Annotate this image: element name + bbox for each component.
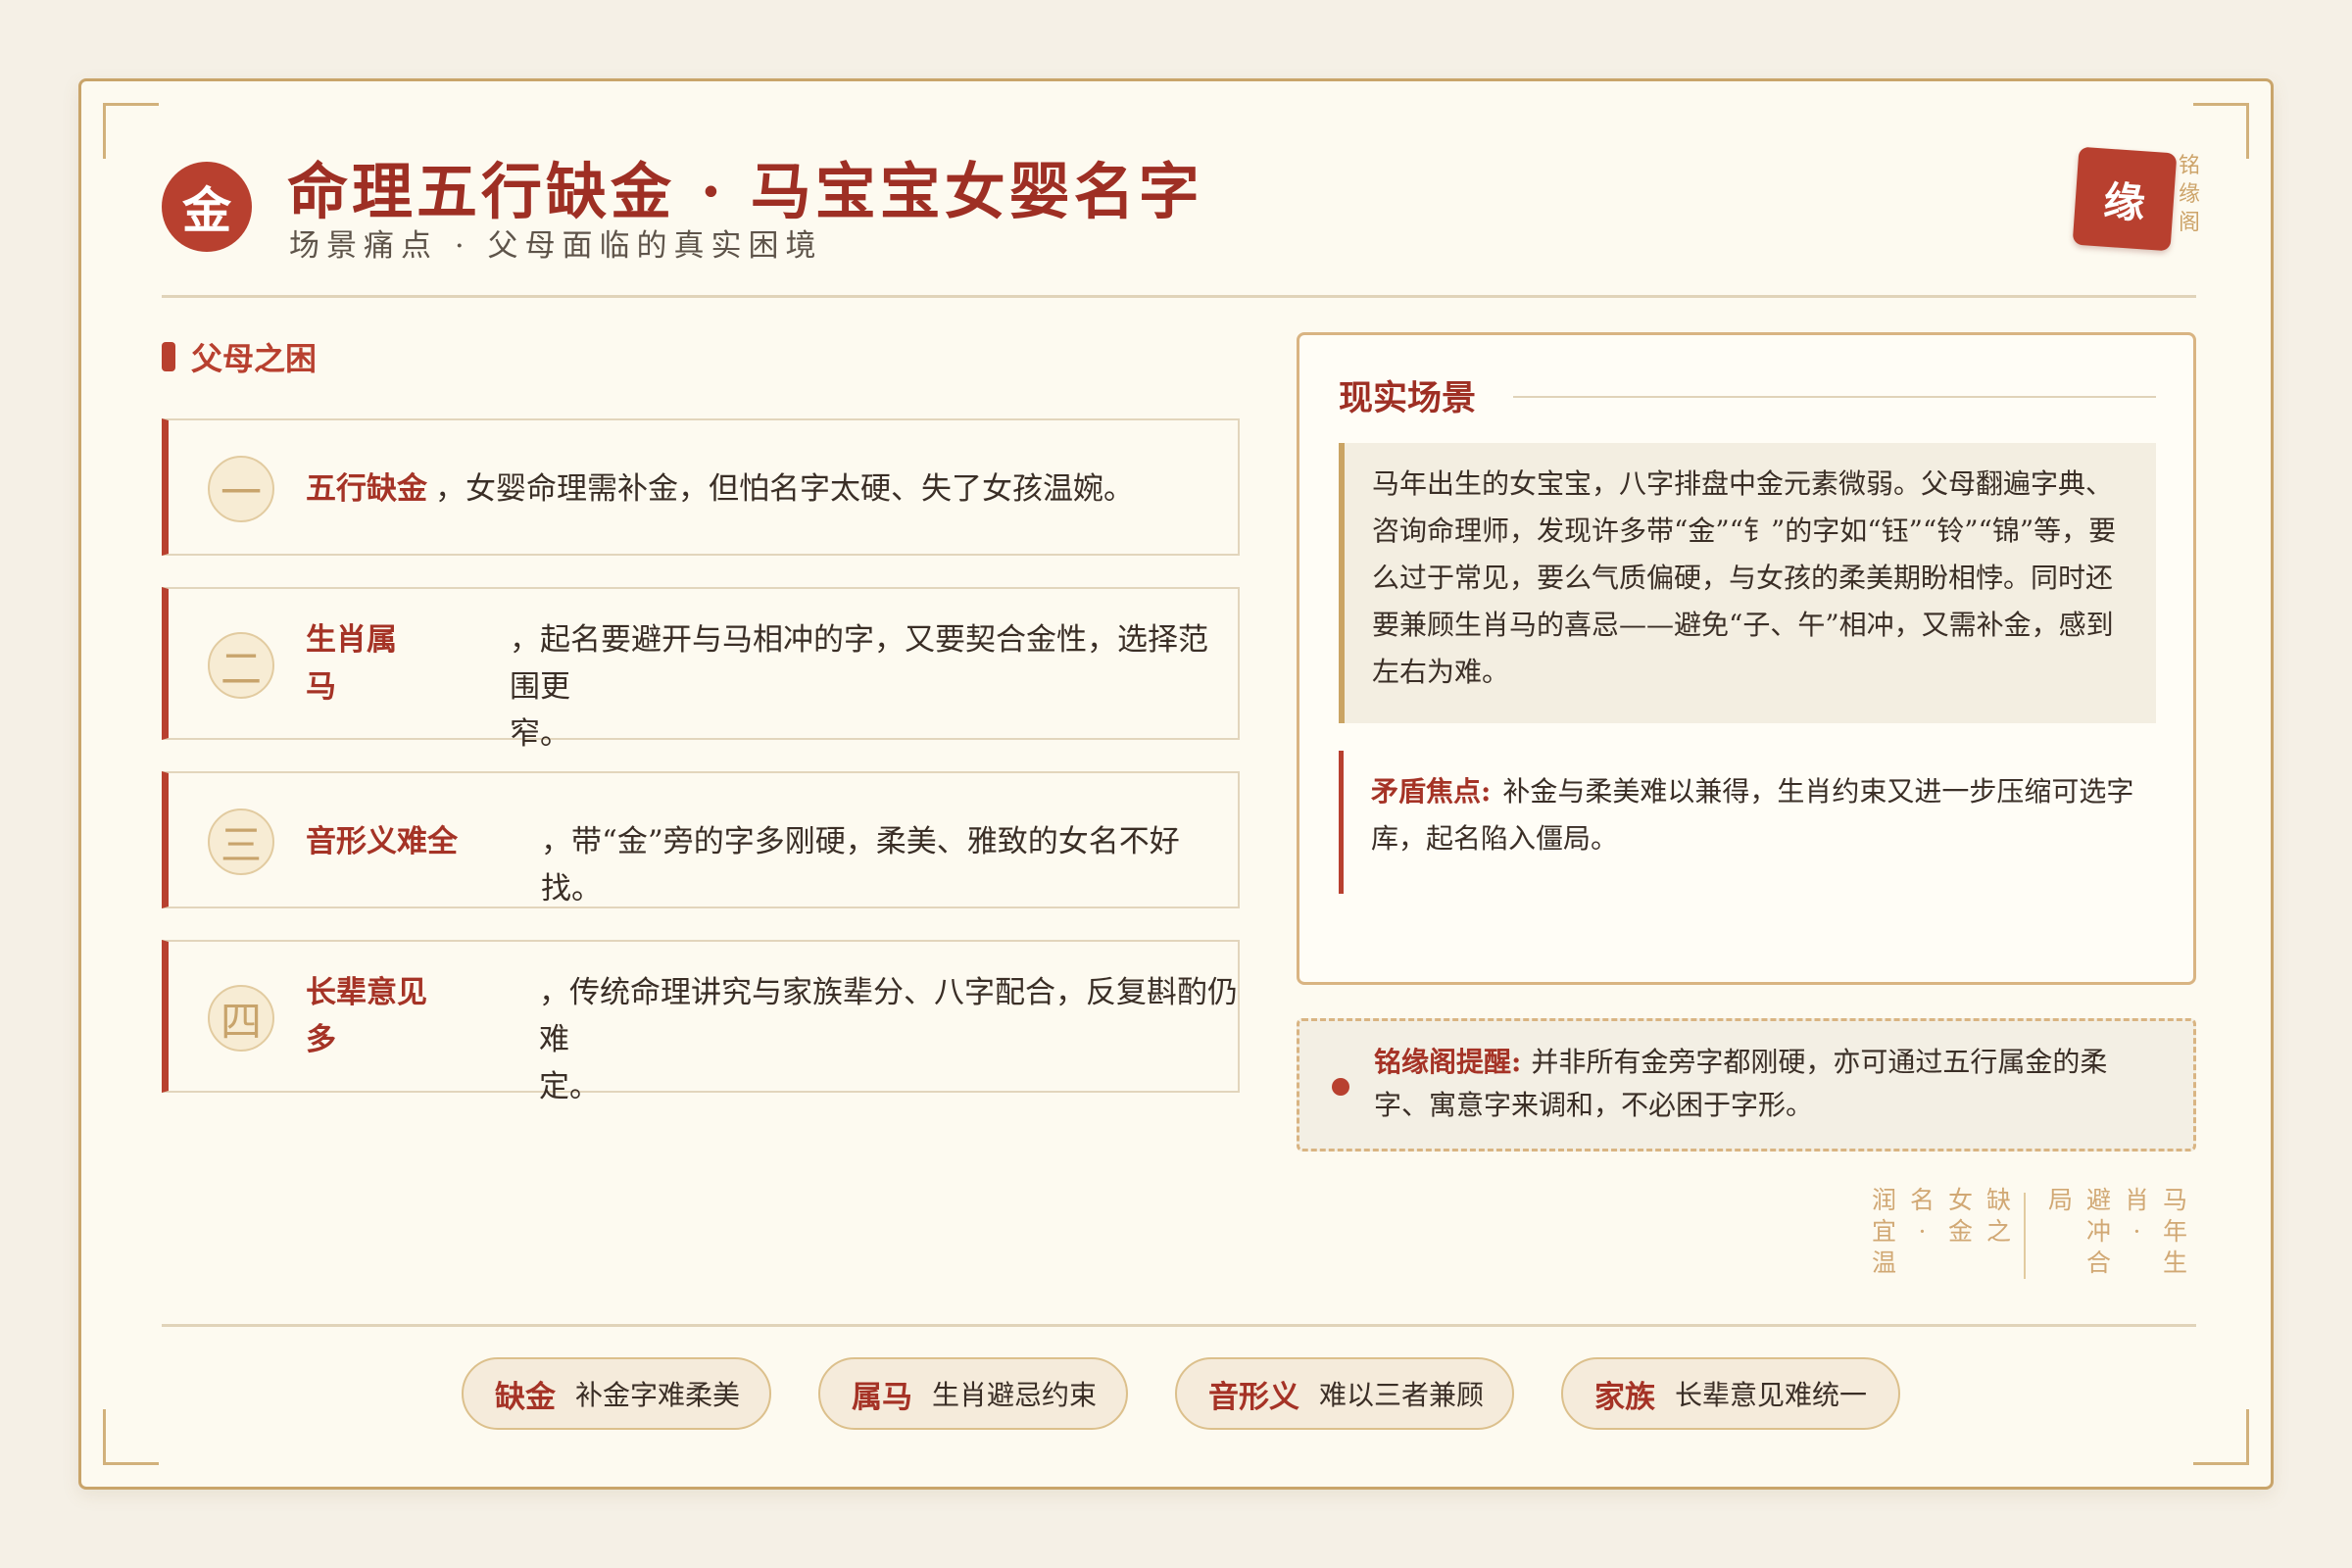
panel-title: 现实场景 — [1339, 378, 1477, 418]
summary-tag: 音形义 难以三者兼顾 — [1175, 1357, 1514, 1430]
vertical-column: 避冲合 — [2085, 1186, 2111, 1277]
page-title: 命理五行缺金 · 马宝宝女婴名字 — [287, 156, 1203, 227]
divider — [162, 1324, 2196, 1327]
corner-ornament — [103, 103, 159, 159]
pain-point-item: 四 长辈意见 多 ，传统命理讲究与家族辈分、八字配合，反复斟酌仍难 定。 — [162, 940, 1240, 1104]
tag-value: 生肖避忌约束 — [932, 1379, 1098, 1411]
vertical-column: 润宜温 — [1871, 1186, 1896, 1277]
reminder-label: 铭缘阁提醒: — [1374, 1046, 1522, 1078]
tag-value: 难以三者兼顾 — [1319, 1379, 1485, 1411]
brand-seal: 缘 — [2072, 146, 2178, 252]
reality-scene-panel: 现实场景 马年出生的女宝宝，八字排盘中金元素微弱。父母翻遍字典、咨询命理师，发现… — [1297, 332, 2196, 985]
pain-point-item: 一 五行缺金 ，女婴命理需补金，但怕名字太硬、失了女孩温婉。 — [162, 418, 1240, 556]
bullet-dot-icon — [1332, 1078, 1349, 1096]
brand-seal-caption: 铭 缘 阁 — [2179, 154, 2201, 235]
item-keyword: 五行缺金 — [306, 471, 427, 507]
item-text: ，起名要避开与马相冲的字，又要契合金性，选择范围更 窄。 — [510, 622, 1208, 752]
vertical-column: 女金 — [1947, 1186, 1973, 1246]
tag-key: 缺金 — [495, 1379, 556, 1415]
tag-value: 长辈意见难统一 — [1675, 1379, 1868, 1411]
summary-tag: 属马 生肖避忌约束 — [818, 1357, 1128, 1430]
vertical-text-left: 润宜温 名 · 女金 缺之 — [1865, 1185, 2018, 1279]
item-keyword: 长辈意见 多 — [306, 975, 427, 1057]
divider — [162, 295, 2196, 298]
reminder-text: 铭缘阁提醒: 并非所有金旁字都刚硬，亦可通过五行属金的柔字、寓意字来调和，不必困于… — [1374, 1041, 2148, 1127]
conflict-focus: 矛盾焦点: 补金与柔美难以兼得，生肖约束又进一步压缩可选字库，起名陷入僵局。 — [1339, 751, 2156, 894]
vertical-column: 马年生 — [2162, 1186, 2187, 1277]
vertical-column: 名 · — [1909, 1186, 1935, 1246]
item-text: ，传统命理讲究与家族辈分、八字配合，反复斟酌仍难 定。 — [539, 975, 1238, 1104]
section-heading: 父母之困 — [162, 334, 317, 379]
pain-point-item: 二 生肖属 马 ，起名要避开与马相冲的字，又要契合金性，选择范围更 窄。 — [162, 587, 1240, 752]
item-text: ，女婴命理需补金，但怕名字太硬、失了女孩温婉。 — [435, 471, 1134, 507]
reminder-box: 铭缘阁提醒: 并非所有金旁字都刚硬，亦可通过五行属金的柔字、寓意字来调和，不必困于… — [1297, 1018, 2196, 1152]
divider — [1513, 396, 2156, 398]
corner-ornament — [2193, 103, 2249, 159]
vertical-column: 局 — [2047, 1186, 2073, 1214]
summary-tag: 缺金 补金字难柔美 — [462, 1357, 771, 1430]
scene-quote: 马年出生的女宝宝，八字排盘中金元素微弱。父母翻遍字典、咨询命理师，发现许多带“金… — [1339, 443, 2156, 723]
item-keyword: 生肖属 马 — [306, 622, 397, 705]
item-number: 三 — [208, 808, 274, 875]
vertical-text-right: 局 避冲合 肖 · 马年生 — [2041, 1185, 2194, 1279]
summary-tag: 家族 长辈意见难统一 — [1561, 1357, 1900, 1430]
item-keyword: 音形义难全 — [306, 824, 458, 859]
vertical-column: 肖 · — [2124, 1186, 2149, 1246]
tag-key: 属马 — [852, 1379, 912, 1415]
tag-key: 家族 — [1594, 1379, 1655, 1415]
tag-key: 音形义 — [1208, 1379, 1299, 1415]
item-number: 一 — [208, 456, 274, 522]
tag-value: 补金字难柔美 — [575, 1379, 741, 1411]
page-subtitle: 场景痛点 · 父母面临的真实困境 — [289, 228, 823, 264]
focus-label: 矛盾焦点: — [1371, 775, 1492, 808]
vertical-column: 缺之 — [1985, 1186, 2011, 1246]
section-marker — [162, 342, 175, 371]
main-card: 金 命理五行缺金 · 马宝宝女婴名字 场景痛点 · 父母面临的真实困境 缘 铭 … — [78, 78, 2274, 1490]
divider — [2024, 1193, 2026, 1279]
corner-ornament — [2193, 1409, 2249, 1465]
item-number: 四 — [208, 985, 274, 1052]
corner-ornament — [103, 1409, 159, 1465]
item-number: 二 — [208, 632, 274, 699]
item-text: ，带“金”旁的字多刚硬，柔美、雅致的女名不好找。 — [541, 824, 1180, 906]
pain-point-item: 三 音形义难全 ，带“金”旁的字多刚硬，柔美、雅致的女名不好找。 — [162, 771, 1240, 908]
gold-element-badge: 金 — [162, 162, 252, 252]
